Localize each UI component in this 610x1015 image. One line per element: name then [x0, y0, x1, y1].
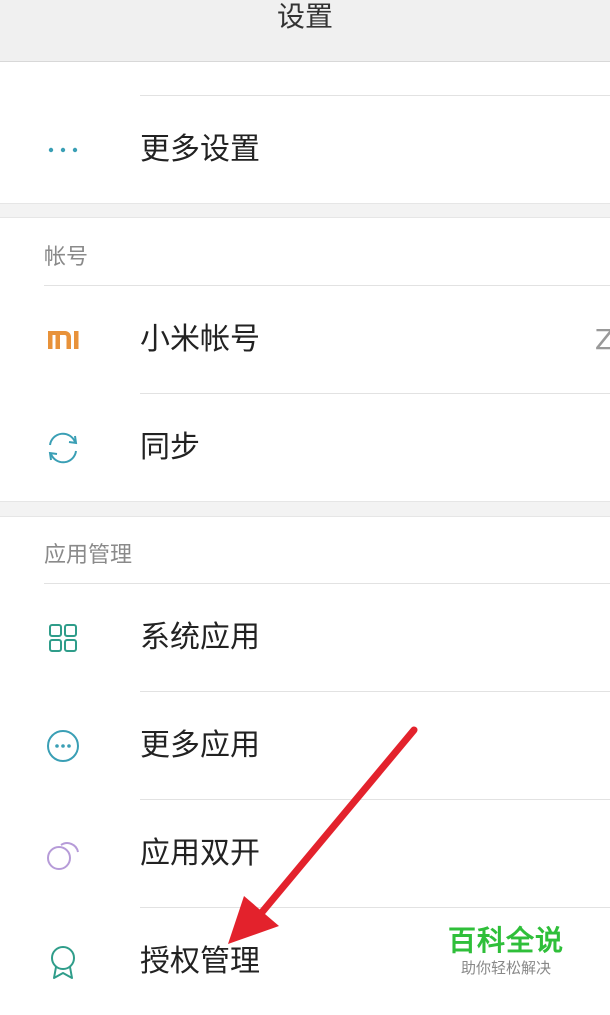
watermark-title: 百科全说: [447, 924, 564, 957]
annotation-arrow-icon: [228, 726, 418, 944]
watermark-subtitle: 助你轻松解决: [460, 959, 551, 977]
watermark: 百科全说 助你轻松解决: [440, 924, 572, 978]
